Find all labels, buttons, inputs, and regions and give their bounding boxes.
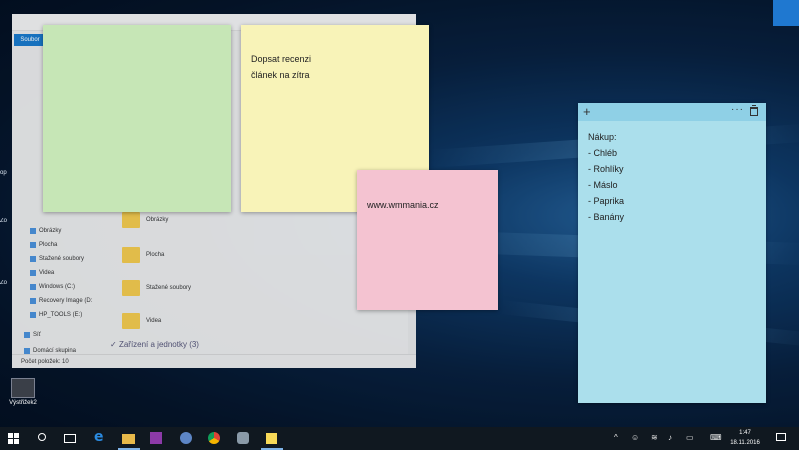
network-status-icon[interactable]: ▭	[686, 433, 694, 442]
desktop-fragment: Zo	[0, 280, 8, 286]
start-button[interactable]	[8, 433, 19, 444]
add-note-icon[interactable]: +	[583, 105, 591, 118]
people-icon[interactable]: ☺	[631, 433, 639, 442]
wifi-icon[interactable]: ≋	[651, 433, 658, 442]
task-view-icon[interactable]	[64, 434, 76, 443]
download-icon	[30, 256, 36, 262]
drive-icon	[30, 284, 36, 290]
devices-section-header[interactable]: ✓ Zařízení a jednotky (3)	[110, 340, 199, 349]
folder-videos[interactable]: Videa	[122, 313, 161, 329]
notification-icon[interactable]	[776, 433, 786, 441]
sticky-notes-icon[interactable]	[266, 433, 277, 444]
sidebar-item-network[interactable]: Síť	[24, 332, 41, 338]
network-icon	[24, 332, 30, 338]
desktop-shortcut-label: Výstřižek2	[9, 400, 37, 406]
sidebar-item-desktop[interactable]: Plocha	[30, 242, 57, 248]
explorer-statusbar: Počet položek: 10	[12, 354, 416, 368]
desktop-fragment: op	[0, 170, 7, 176]
chevron-down-icon: ✓	[110, 340, 119, 349]
chevron-up-icon[interactable]: ^	[614, 433, 618, 442]
action-center-corner[interactable]	[773, 0, 799, 26]
snip-icon	[11, 378, 35, 398]
onenote-icon[interactable]	[150, 432, 162, 444]
sidebar-item-drive-d[interactable]: Recovery Image (D:	[30, 298, 92, 304]
note-toolbar[interactable]: + ···	[578, 103, 766, 121]
delete-note-icon[interactable]	[750, 105, 758, 116]
edge-browser-icon[interactable]: e	[94, 429, 108, 445]
clock-time: 1:47	[739, 430, 751, 436]
desktop-fragment: Zo	[0, 218, 8, 224]
folder-icon	[122, 280, 140, 296]
sidebar-item-drive-c[interactable]: Windows (C:)	[30, 284, 75, 290]
note-text[interactable]: www.wmmania.cz	[367, 197, 439, 213]
sidebar-item-drive-e[interactable]: HP_TOOLS (E:)	[30, 312, 82, 318]
clock-date: 18.11.2016	[730, 440, 760, 446]
ribbon-tab-file[interactable]: Soubor	[14, 34, 46, 46]
note-text[interactable]: Nákup: - Chléb - Rohlíky - Máslo - Papri…	[588, 129, 624, 225]
file-explorer-icon[interactable]	[122, 434, 135, 444]
folder-downloads[interactable]: Stažené soubory	[122, 280, 191, 296]
keyboard-icon[interactable]: ⌨	[710, 433, 722, 442]
pictures-icon	[30, 228, 36, 234]
drive-icon	[30, 312, 36, 318]
sticky-note-green[interactable]	[43, 25, 231, 212]
volume-icon[interactable]: ♪	[668, 433, 672, 442]
taskbar: e ^ ☺ ≋ ♪ ▭ ⌨ 1:47 18.11.2016	[0, 427, 799, 450]
folder-icon	[122, 313, 140, 329]
sidebar-item-pictures[interactable]: Obrázky	[30, 228, 61, 234]
videos-icon	[30, 270, 36, 276]
folder-icon	[122, 247, 140, 263]
desktop-icon	[30, 242, 36, 248]
system-clock[interactable]: 1:47 18.11.2016	[726, 428, 764, 448]
note-text[interactable]: Dopsat recenzi článek na zítra	[251, 51, 311, 83]
more-options-icon[interactable]: ···	[731, 104, 744, 115]
app-icon[interactable]	[237, 432, 249, 444]
sticky-note-pink[interactable]: www.wmmania.cz	[357, 170, 498, 310]
search-icon[interactable]	[38, 433, 46, 441]
folder-pictures[interactable]: Obrázky	[122, 212, 168, 228]
app-icon[interactable]	[180, 432, 192, 444]
drive-icon	[30, 298, 36, 304]
sticky-note-blue[interactable]: + ··· Nákup: - Chléb - Rohlíky - Máslo -…	[578, 103, 766, 403]
sidebar-item-videos[interactable]: Videa	[30, 270, 54, 276]
desktop-shortcut[interactable]: Výstřižek2	[6, 378, 40, 406]
folder-icon	[122, 212, 140, 228]
sidebar-item-downloads[interactable]: Stažené soubory	[30, 256, 84, 262]
chrome-icon[interactable]	[208, 432, 220, 444]
folder-desktop[interactable]: Plocha	[122, 247, 164, 263]
